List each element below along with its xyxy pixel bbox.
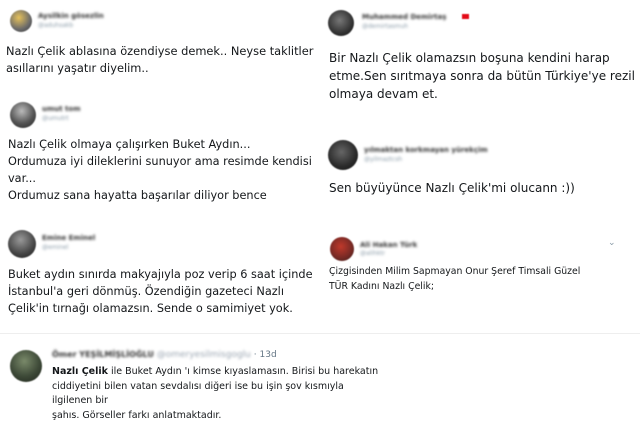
tweet-author-name[interactable]: Aysilkin gösezlin	[38, 12, 104, 20]
avatar[interactable]	[10, 10, 32, 32]
avatar[interactable]	[328, 140, 358, 170]
tweet-time[interactable]: · 13d	[254, 350, 277, 360]
tweet-author-name[interactable]: yılmaktan korkmayan yürekçim	[364, 146, 488, 154]
tweet-author-name[interactable]: Ali Hakan Türk	[360, 241, 417, 249]
tweet-card[interactable]: umut tom @umutrt Nazlı Çelik olmaya çalı…	[0, 95, 320, 210]
divider	[0, 333, 640, 334]
tweet-author-handle[interactable]: @umutrt	[42, 115, 69, 122]
tweet-author-handle[interactable]: @alihktr	[360, 250, 385, 257]
tweet-text: Çizgisinden Milim Sapmayan Onur Şeref Ti…	[329, 266, 581, 292]
tweet-mention-bold: Nazlı Çelik	[52, 366, 108, 377]
tweet-card[interactable]: yılmaktan korkmayan yürekçim @yilmaztcsh…	[322, 130, 640, 210]
avatar[interactable]	[330, 237, 354, 261]
tweet-card[interactable]: Emine Eminel @eminel Buket aydın sınırda…	[0, 222, 320, 327]
tweet-card[interactable]: Ömer YEŞİLMİŞLİOĞLU @omeryesilmisgoglu ·…	[0, 340, 640, 427]
tweet-author-name[interactable]: Ömer YEŞİLMİŞLİOĞLU	[52, 350, 154, 359]
tweet-author-name[interactable]: Emine Eminel	[42, 234, 95, 242]
tweet-card[interactable]: Ali Hakan Türk @alihktr ⌄ Çizgisinden Mi…	[322, 232, 640, 307]
tweet-author-name[interactable]: umut tom	[42, 105, 81, 113]
tweet-author-name[interactable]: Muhammed Demirtaş	[362, 13, 446, 21]
tweet-text: Nazlı Çelik ablasına özendiyse demek.. N…	[6, 44, 314, 75]
avatar[interactable]	[10, 102, 36, 128]
avatar[interactable]	[328, 10, 354, 36]
tweet-card[interactable]: Aysilkin gösezlin @aduhsakb Nazlı Çelik …	[0, 0, 320, 90]
tweet-text: Nazlı Çelik olmaya çalışırken Buket Aydı…	[8, 138, 312, 202]
tweet-text: Sen büyüyünce Nazlı Çelik'mi olucann :))	[329, 181, 575, 195]
turkish-flag-icon	[462, 14, 469, 19]
avatar[interactable]	[8, 230, 36, 258]
tweet-header: Ömer YEŞİLMİŞLİOĞLU @omeryesilmisgoglu ·…	[52, 350, 277, 360]
tweet-card[interactable]: Muhammed Demirtaş @demirtasmuh Bir Nazlı…	[322, 0, 640, 110]
chevron-down-icon[interactable]: ⌄	[608, 238, 616, 248]
tweet-author-handle[interactable]: @demirtasmuh	[362, 23, 408, 30]
tweet-text: Buket aydın sınırda makyajıyla poz verip…	[8, 268, 313, 315]
tweet-author-handle[interactable]: @aduhsakb	[38, 22, 73, 29]
avatar[interactable]	[10, 350, 42, 382]
tweet-author-handle[interactable]: @eminel	[42, 244, 68, 251]
tweet-author-handle[interactable]: @yilmaztcsh	[364, 156, 402, 163]
tweet-text: Bir Nazlı Çelik olamazsın boşuna kendini…	[329, 51, 635, 101]
tweet-author-handle[interactable]: @omeryesilmisgoglu	[157, 350, 251, 360]
tweet-text: Nazlı Çelik ile Buket Aydın 'ı kimse kıy…	[52, 365, 382, 423]
